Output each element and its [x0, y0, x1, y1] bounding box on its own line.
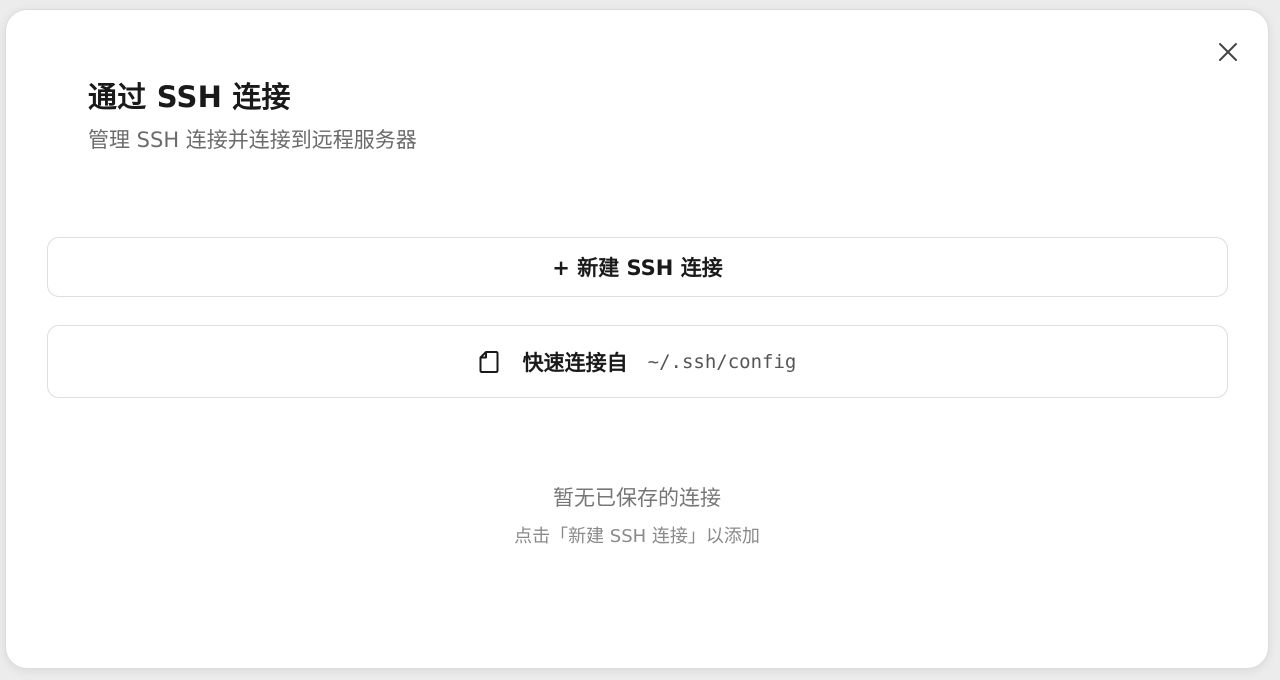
quick-connect-label: 快速连接自: [522, 350, 628, 375]
dialog-subtitle: 管理 SSH 连接并连接到远程服务器: [88, 128, 417, 152]
new-ssh-connection-button[interactable]: + 新建 SSH 连接: [47, 237, 1228, 297]
empty-state-hint: 点击「新建 SSH 连接」以添加: [514, 526, 760, 547]
ssh-connect-dialog: 通过 SSH 连接 管理 SSH 连接并连接到远程服务器 + 新建 SSH 连接…: [5, 9, 1269, 669]
close-icon: [1219, 43, 1237, 61]
empty-state-title: 暂无已保存的连接: [553, 486, 721, 510]
quick-connect-button[interactable]: 快速连接自 ~/.ssh/config: [47, 325, 1228, 398]
close-button[interactable]: [1214, 38, 1242, 66]
file-icon: [479, 350, 499, 374]
dialog-title: 通过 SSH 连接: [88, 80, 291, 114]
ssh-config-path: ~/.ssh/config: [647, 350, 797, 373]
new-ssh-connection-label: + 新建 SSH 连接: [552, 256, 723, 280]
